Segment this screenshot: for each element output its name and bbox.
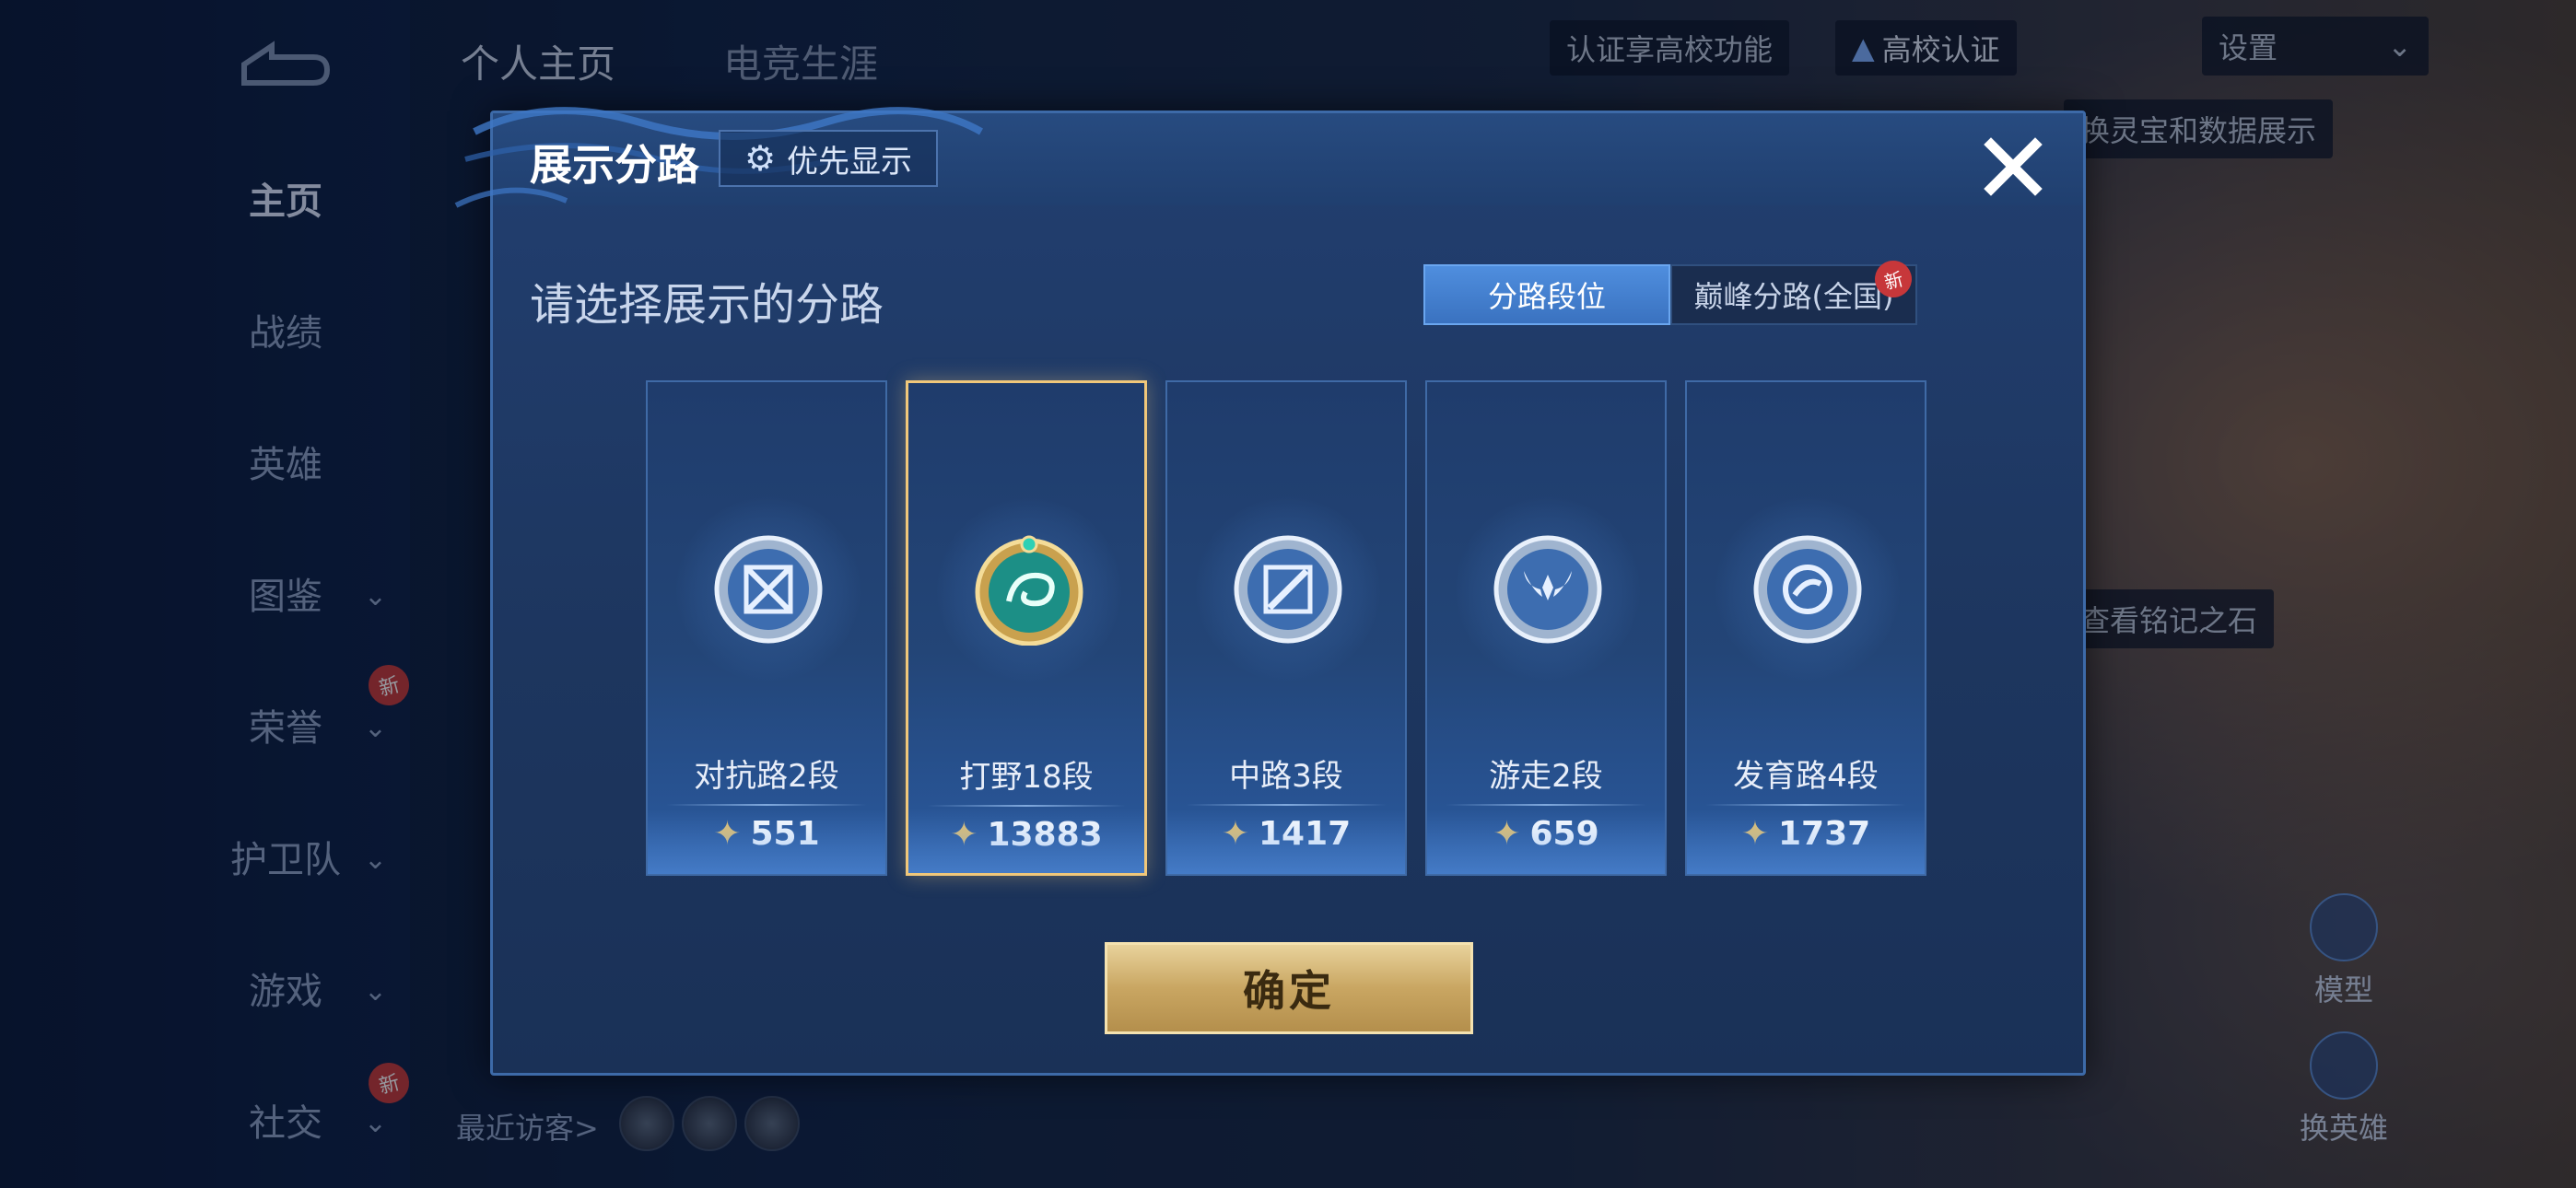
- wand-icon: [1234, 535, 1342, 644]
- lane-name: 中路3段: [1229, 758, 1343, 795]
- lane-card-roam[interactable]: 游走2段 ✦ 659: [1425, 380, 1667, 876]
- lane-name: 打野18段: [959, 759, 1094, 796]
- lane-name: 游走2段: [1489, 758, 1603, 795]
- wings-icon: [1493, 535, 1602, 644]
- tab-lane-rank[interactable]: 分路段位: [1423, 264, 1670, 325]
- priority-display-button[interactable]: ⚙ 优先显示: [719, 130, 938, 187]
- card-glow: [1687, 809, 1925, 874]
- bow-icon: [1753, 535, 1862, 644]
- lane-name: 发育路4段: [1733, 758, 1879, 795]
- card-glow: [1167, 809, 1405, 874]
- lane-list: 对抗路2段 ✦ 551 打野18段 ✦ 13883: [646, 380, 1936, 876]
- lane-card-mid[interactable]: 中路3段 ✦ 1417: [1165, 380, 1407, 876]
- dragon-icon: [975, 535, 1083, 646]
- divider: [666, 804, 867, 806]
- close-icon[interactable]: [1976, 130, 2050, 204]
- swords-icon: [714, 535, 823, 644]
- lane-display-dialog: 展示分路 ⚙ 优先显示 请选择展示的分路 分路段位 巅峰分路(全国) 新 对抗路…: [454, 107, 2086, 1076]
- card-glow: [648, 809, 885, 874]
- dialog-title: 展示分路: [530, 140, 699, 190]
- divider: [1705, 804, 1906, 806]
- lane-card-top[interactable]: 对抗路2段 ✦ 551: [646, 380, 887, 876]
- gear-icon: ⚙: [744, 138, 777, 179]
- confirm-button[interactable]: 确定: [1105, 942, 1473, 1034]
- dialog-subtitle: 请选择展示的分路: [530, 279, 884, 331]
- card-glow: [1427, 809, 1665, 874]
- tab-peak-lane[interactable]: 巅峰分路(全国) 新: [1670, 256, 1917, 325]
- lane-name: 对抗路2段: [694, 758, 839, 795]
- divider: [1186, 804, 1387, 806]
- lane-card-farm[interactable]: 发育路4段 ✦ 1737: [1685, 380, 1926, 876]
- lane-card-jungle[interactable]: 打野18段 ✦ 13883: [906, 380, 1147, 876]
- divider: [1446, 804, 1646, 806]
- divider: [927, 805, 1126, 807]
- card-glow: [908, 809, 1144, 873]
